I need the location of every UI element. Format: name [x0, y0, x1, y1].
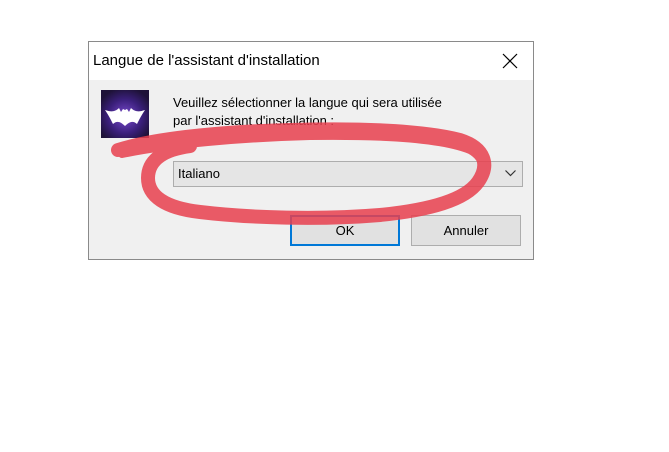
installer-language-dialog: Langue de l'assistant d'installation Veu… — [88, 41, 534, 260]
dialog-title: Langue de l'assistant d'installation — [93, 52, 320, 69]
prompt-line-1: Veuillez sélectionner la langue qui sera… — [173, 95, 442, 110]
cancel-button[interactable]: Annuler — [411, 215, 521, 246]
language-prompt: Veuillez sélectionner la langue qui sera… — [173, 94, 518, 130]
bat-logo-icon — [101, 90, 149, 138]
language-select-value: Italiano — [178, 166, 220, 181]
ok-button[interactable]: OK — [290, 215, 400, 246]
prompt-line-2: par l'assistant d'installation : — [173, 113, 335, 128]
chevron-down-icon — [505, 170, 516, 177]
close-button[interactable] — [487, 42, 533, 80]
language-select[interactable]: Italiano — [173, 161, 523, 187]
title-bar: Langue de l'assistant d'installation — [89, 42, 533, 80]
close-icon — [502, 53, 518, 69]
